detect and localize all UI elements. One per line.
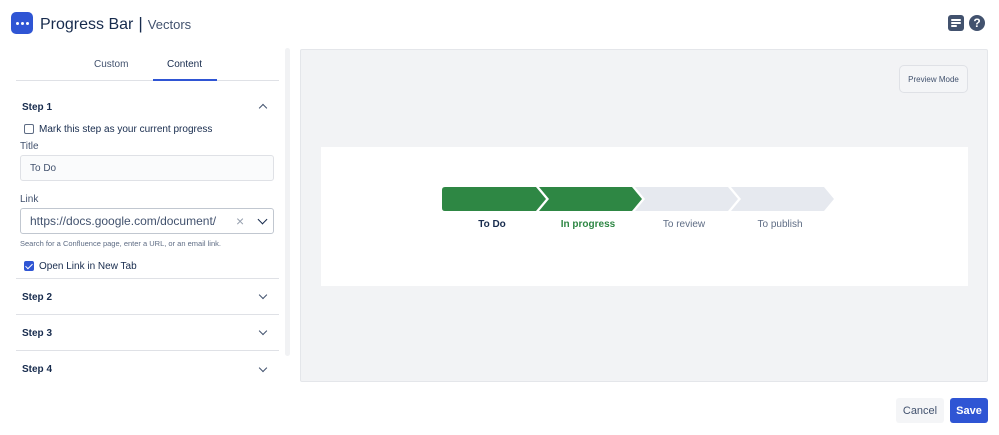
title-separator: | [138,14,143,33]
title-input[interactable]: To Do [20,155,274,181]
save-button[interactable]: Save [950,398,988,423]
link-helper-text: Search for a Confluence page, enter a UR… [20,239,221,248]
config-panel: Custom Content Step 1 Mark this step as … [16,48,279,388]
step-2-heading[interactable]: Step 2 [22,292,52,303]
divider [16,350,279,351]
help-icon[interactable]: ? [969,15,985,31]
tab-bar: Custom Content [16,48,279,81]
progress-step-label: To review [662,219,706,230]
chevron-down-icon[interactable] [258,290,268,300]
cancel-button[interactable]: Cancel [896,398,944,423]
divider [16,278,279,279]
doc-icon[interactable] [948,15,964,31]
preview-canvas: To Do In progress To review To publish [321,147,968,286]
title-label: Title [20,141,39,152]
progress-step-2 [539,187,642,211]
progress-step-label: To Do [478,219,506,230]
page-subtitle: Vectors [147,17,192,32]
link-select[interactable]: https://docs.google.com/document/ × [20,208,274,234]
link-select-value: https://docs.google.com/document/ [30,214,217,228]
panel-scrollbar[interactable] [285,48,290,356]
open-new-tab-label: Open Link in New Tab [39,261,137,272]
step-1-heading[interactable]: Step 1 [22,102,52,113]
chevron-down-icon[interactable] [258,326,268,336]
active-tab-indicator [153,79,217,81]
progress-step-1 [442,187,546,211]
clear-icon[interactable]: × [236,213,244,229]
app-logo-icon [11,12,33,34]
app-header: Progress Bar | Vectors ? [0,0,999,48]
divider [16,314,279,315]
progress-step-label: In progress [560,219,616,230]
preview-mode-button[interactable]: Preview Mode [899,65,968,93]
progress-step-label: To publish [757,219,803,230]
progress-bar-graphic [442,187,834,211]
chevron-up-icon[interactable] [258,103,268,113]
tab-custom[interactable]: Custom [94,59,128,70]
step-4-heading[interactable]: Step 4 [22,364,52,375]
title-group: Progress Bar | Vectors [40,14,191,34]
chevron-down-icon[interactable] [258,363,268,373]
step-3-heading[interactable]: Step 3 [22,328,52,339]
progress-step-4 [731,187,834,211]
tab-content[interactable]: Content [167,59,202,70]
title-input-value: To Do [30,162,57,174]
chevron-down-icon[interactable] [257,214,268,225]
progress-step-3 [635,187,738,211]
open-new-tab-checkbox[interactable] [24,261,34,271]
current-progress-label: Mark this step as your current progress [39,124,213,135]
page-title: Progress Bar [40,16,134,33]
link-label: Link [20,194,39,205]
preview-area: Preview Mode To Do In progress To review To… [300,49,988,382]
current-progress-checkbox[interactable] [24,124,34,134]
